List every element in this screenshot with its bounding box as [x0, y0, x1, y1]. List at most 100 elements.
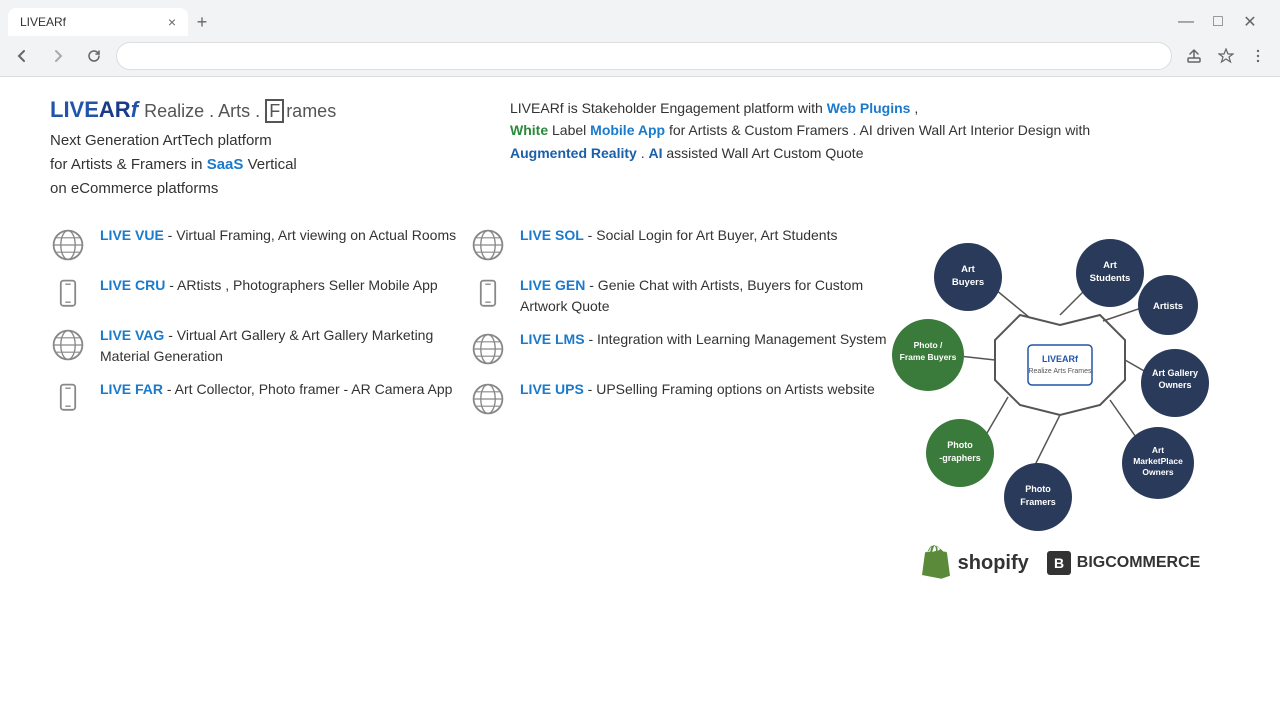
svg-text:B: B: [1054, 555, 1064, 571]
subtitle-saas: SaaS: [207, 156, 244, 173]
active-tab[interactable]: LIVEARf ×: [8, 8, 188, 36]
logo-subtitle: Next Generation ArtTech platform for Art…: [50, 129, 470, 201]
header-section: LIVEARf Realize . Arts . Frames Next Gen…: [50, 97, 1230, 201]
feature-lms-desc: - Integration with Learning Management S…: [585, 331, 887, 347]
feature-sol-text: LIVE SOL - Social Login for Art Buyer, A…: [520, 225, 838, 246]
svg-text:Frame Buyers: Frame Buyers: [900, 352, 957, 362]
globe-icon-ups: [470, 381, 506, 417]
new-tab-button[interactable]: +: [188, 8, 216, 36]
feature-vue-text: LIVE VUE - Virtual Framing, Art viewing …: [100, 225, 456, 246]
subtitle-line2: for Artists & Framers in: [50, 156, 207, 173]
feature-far-name: LIVE FAR: [100, 381, 163, 397]
diagram-col: LIVEARf Realize Arts Frames: [890, 225, 1230, 581]
feature-cru-name: LIVE CRU: [100, 277, 165, 293]
desc-ai: AI: [648, 145, 662, 161]
shopify-bag-icon: [920, 545, 952, 581]
logo-rames: rames: [286, 101, 336, 121]
url-input[interactable]: [116, 42, 1172, 70]
bigcommerce-text: BIGCOMMERCE: [1077, 554, 1201, 572]
feature-sol-desc: - Social Login for Art Buyer, Art Studen…: [584, 227, 838, 243]
subtitle-line1: Next Generation ArtTech platform: [50, 132, 272, 149]
globe-icon-lms: [470, 331, 506, 367]
partner-logos: shopify B BIGCOMMERCE: [920, 545, 1201, 581]
feature-gen: LIVE GEN - Genie Chat with Artists, Buye…: [470, 275, 890, 317]
logo-live: LIVE: [50, 97, 99, 122]
svg-text:Photo: Photo: [1025, 484, 1051, 494]
feature-vue-desc: - Virtual Framing, Art viewing on Actual…: [164, 227, 456, 243]
bigcommerce-logo: B BIGCOMMERCE: [1045, 549, 1201, 577]
star-icon[interactable]: [1212, 42, 1240, 70]
desc-intro: LIVEARf is Stakeholder Engagement platfo…: [510, 100, 827, 116]
forward-button[interactable]: [44, 42, 72, 70]
logo: LIVEARf Realize . Arts . Frames: [50, 97, 470, 123]
toolbar-right: [1180, 42, 1272, 70]
feature-ups-text: LIVE UPS - UPSelling Framing options on …: [520, 379, 875, 400]
feature-far-text: LIVE FAR - Art Collector, Photo framer -…: [100, 379, 452, 400]
minimize-button[interactable]: —: [1172, 8, 1200, 36]
tab-bar: LIVEARf × + — □ ✕: [0, 0, 1280, 36]
features-left-col: LIVE VUE - Virtual Framing, Art viewing …: [50, 225, 470, 581]
feature-vag-text: LIVE VAG - Virtual Art Gallery & Art Gal…: [100, 325, 470, 367]
svg-text:LIVEARf: LIVEARf: [1042, 354, 1079, 364]
feature-ups-name: LIVE UPS: [520, 381, 584, 397]
share-icon[interactable]: [1180, 42, 1208, 70]
back-button[interactable]: [8, 42, 36, 70]
shopify-logo: shopify: [920, 545, 1029, 581]
svg-text:Buyers: Buyers: [952, 277, 984, 288]
svg-text:Artists: Artists: [1153, 301, 1183, 312]
svg-text:Photo: Photo: [947, 440, 973, 450]
svg-text:Photo /: Photo /: [914, 340, 943, 350]
desc-ar: Augmented Reality: [510, 145, 637, 161]
feature-gen-name: LIVE GEN: [520, 277, 585, 293]
svg-text:Art Gallery: Art Gallery: [1152, 368, 1198, 378]
feature-lms-name: LIVE LMS: [520, 331, 585, 347]
bigcommerce-icon: B: [1045, 549, 1073, 577]
svg-text:Owners: Owners: [1142, 467, 1173, 477]
svg-text:Realize Arts Frames: Realize Arts Frames: [1028, 368, 1092, 375]
feature-lms: LIVE LMS - Integration with Learning Man…: [470, 329, 890, 367]
feature-vag: LIVE VAG - Virtual Art Gallery & Art Gal…: [50, 325, 470, 367]
feature-vue: LIVE VUE - Virtual Framing, Art viewing …: [50, 225, 470, 263]
logo-f: f: [131, 97, 138, 122]
feature-vag-name: LIVE VAG: [100, 327, 164, 343]
svg-text:Framers: Framers: [1020, 497, 1056, 507]
feature-vue-name: LIVE VUE: [100, 227, 164, 243]
globe-icon-vue: [50, 227, 86, 263]
feature-cru-text: LIVE CRU - ARtists , Photographers Selle…: [100, 275, 438, 296]
feature-ups: LIVE UPS - UPSelling Framing options on …: [470, 379, 890, 417]
desc-white: White: [510, 122, 548, 138]
logo-frames-icon: F: [265, 99, 284, 123]
svg-text:Students: Students: [1090, 273, 1131, 284]
svg-text:Art: Art: [1152, 445, 1164, 455]
mobile-icon-far: [50, 381, 86, 417]
svg-text:Art: Art: [961, 264, 976, 275]
logo-arf: AR: [99, 97, 131, 122]
svg-text:-graphers: -graphers: [939, 453, 981, 463]
svg-text:Owners: Owners: [1158, 380, 1191, 390]
feature-lms-text: LIVE LMS - Integration with Learning Man…: [520, 329, 887, 350]
maximize-button[interactable]: □: [1204, 8, 1232, 36]
svg-text:Art: Art: [1103, 260, 1118, 271]
feature-cru: LIVE CRU - ARtists , Photographers Selle…: [50, 275, 470, 313]
globe-icon-vag: [50, 327, 86, 363]
desc-web-plugins: Web Plugins: [827, 100, 911, 116]
menu-icon[interactable]: [1244, 42, 1272, 70]
feature-gen-text: LIVE GEN - Genie Chat with Artists, Buye…: [520, 275, 890, 317]
address-bar: [0, 36, 1280, 76]
tab-close-button[interactable]: ×: [168, 14, 176, 30]
subtitle-vertical: Vertical: [243, 156, 296, 173]
window-close-button[interactable]: ✕: [1236, 8, 1264, 36]
refresh-button[interactable]: [80, 42, 108, 70]
page-content: LIVEARf Realize . Arts . Frames Next Gen…: [0, 77, 1280, 721]
tab-label: LIVEARf: [20, 15, 66, 29]
feature-far: LIVE FAR - Art Collector, Photo framer -…: [50, 379, 470, 417]
globe-icon-sol: [470, 227, 506, 263]
feature-cru-desc: - ARtists , Photographers Seller Mobile …: [165, 277, 437, 293]
mobile-icon-gen: [470, 277, 506, 313]
features-right-col: LIVE SOL - Social Login for Art Buyer, A…: [470, 225, 890, 581]
feature-far-desc: - Art Collector, Photo framer - AR Camer…: [163, 381, 452, 397]
description-area: LIVEARf is Stakeholder Engagement platfo…: [510, 97, 1230, 201]
shopify-text: shopify: [958, 552, 1029, 575]
feature-ups-desc: - UPSelling Framing options on Artists w…: [584, 381, 875, 397]
svg-text:MarketPlace: MarketPlace: [1133, 456, 1183, 466]
